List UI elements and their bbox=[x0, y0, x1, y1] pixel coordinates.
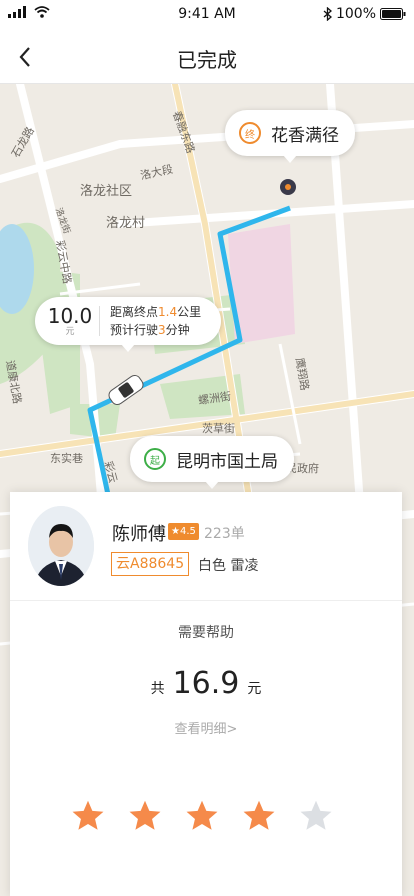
eta-fare-amount: 10.0 bbox=[47, 303, 93, 328]
area-label: 洛龙社区 bbox=[80, 184, 133, 199]
status-right: 100% bbox=[323, 6, 406, 22]
driver-portrait-icon bbox=[28, 506, 94, 586]
driver-name: 陈师傅 bbox=[112, 524, 166, 545]
eta-distance: 1.4 bbox=[158, 305, 178, 319]
fare-total: 共 16.9 元 bbox=[10, 666, 402, 701]
road-label: 东实巷 bbox=[50, 452, 83, 465]
star-icon[interactable] bbox=[298, 798, 334, 834]
car-description: 白色 雷凌 bbox=[198, 558, 259, 574]
status-bar: 9:41 AM 100% bbox=[0, 0, 414, 30]
nav-bar: 已完成 bbox=[0, 30, 414, 84]
fare-total-prefix: 共 bbox=[150, 681, 165, 697]
eta-bubble: 10.0 元 距离终点1.4公里 预计行驶3分钟 bbox=[35, 297, 221, 352]
eta-distance-line: 距离终点1.4公里 bbox=[110, 305, 202, 319]
star-icon[interactable] bbox=[127, 798, 163, 834]
battery-icon bbox=[380, 8, 406, 20]
fare-total-unit: 元 bbox=[247, 681, 262, 697]
fare-total-amount: 16.9 bbox=[172, 666, 240, 701]
driver-avatar bbox=[28, 506, 94, 586]
fare-detail-link[interactable]: 查看明细> bbox=[10, 718, 402, 737]
destination-name: 花香满径 bbox=[271, 125, 339, 146]
eta-info: 距离终点1.4公里 预计行驶3分钟 bbox=[110, 303, 201, 339]
road-label: 茨草街 bbox=[202, 422, 235, 435]
help-link[interactable]: 需要帮助 bbox=[10, 622, 402, 642]
star-icon[interactable] bbox=[70, 798, 106, 834]
driver-rating-badge: ★4.5 bbox=[168, 523, 199, 540]
origin-bubble[interactable]: 起 昆明市国土局 bbox=[130, 436, 294, 489]
eta-minutes: 3 bbox=[158, 323, 166, 337]
trip-summary-card: 陈师傅 ★4.5 223单 云A88645 白色 雷凌 需要帮助 共 16.9 元 … bbox=[10, 492, 402, 896]
eta-time-line: 预计行驶3分钟 bbox=[110, 323, 190, 337]
star-icon[interactable] bbox=[241, 798, 277, 834]
divider bbox=[10, 600, 402, 601]
rating-stars bbox=[70, 798, 334, 834]
eta-fare-unit: 元 bbox=[65, 326, 75, 337]
origin-pin-icon: 起 bbox=[144, 448, 166, 470]
area-label: 洛龙村 bbox=[106, 216, 146, 231]
battery-percent: 100% bbox=[335, 6, 376, 22]
eta-fare: 10.0 元 bbox=[47, 305, 93, 338]
driver-trip-count: 223单 bbox=[204, 526, 245, 542]
destination-pin-icon: 终 bbox=[239, 122, 261, 144]
star-icon[interactable] bbox=[184, 798, 220, 834]
bluetooth-icon bbox=[323, 7, 332, 21]
eta-divider bbox=[99, 306, 100, 336]
destination-bubble[interactable]: 终 花香满径 bbox=[225, 110, 355, 163]
origin-name: 昆明市国土局 bbox=[176, 451, 278, 472]
license-plate: 云A88645 bbox=[111, 552, 190, 576]
page-title: 已完成 bbox=[177, 48, 237, 72]
